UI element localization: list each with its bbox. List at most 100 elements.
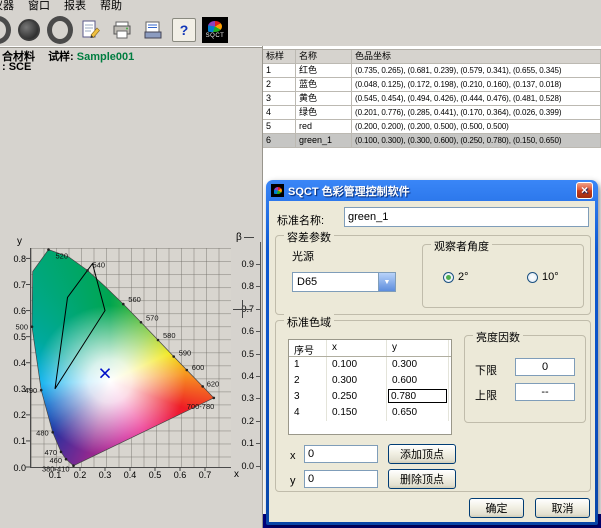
standard-name-input[interactable] [344,207,589,227]
x-tick-label: 0.4 [124,470,137,480]
ok-button[interactable]: 确定 [469,498,524,518]
gamut-header-index: 序号 [289,340,327,356]
upper-limit-input[interactable] [515,383,575,401]
gamut-row[interactable]: 40.1500.650 [289,405,451,421]
dialog-window: SQCT 色彩管理控制软件 × 标准名称: 容差参数 光源 D65 ▼ 观察者角… [266,180,598,525]
dialog-title: SQCT 色彩管理控制软件 [288,183,572,199]
gamut-row[interactable]: 30.250 [289,389,451,405]
calibrate-button[interactable] [47,17,73,43]
gamut-group: 标准色域 序号 x y 10.1000.30020.3000.60030.250… [275,320,591,492]
lower-limit-input[interactable] [515,358,575,376]
gamut-header-x: x [327,340,387,356]
beta-tick-mark [256,376,260,377]
standards-table-rows: 1红色(0.735, 0.265), (0.681, 0.239), (0.57… [263,64,601,148]
crosshair-v-icon [242,300,243,318]
gamut-row[interactable]: 10.1000.300 [289,357,451,373]
dialog-titlebar[interactable]: SQCT 色彩管理控制软件 × [269,180,595,201]
beta-tick-label: 0.3 [230,393,254,403]
menu-window[interactable]: 窗口 [21,0,57,13]
menu-instrument[interactable]: 仪器 [0,0,21,13]
vertex-index[interactable]: 4 [289,405,327,421]
y-tick-label: 0.8 [13,254,26,264]
standards-row[interactable]: 5red(0.200, 0.200), (0.200, 0.500), (0.5… [263,120,601,134]
beta-tick-mark [256,309,260,310]
sample-name: Sample001 [77,51,134,63]
standard-name-label: 标准名称: [277,212,324,228]
standards-row[interactable]: 4绿色(0.201, 0.776), (0.285, 0.441), (0.17… [263,106,601,120]
help-button[interactable]: ? [171,17,197,43]
plot-canvas[interactable] [30,248,231,468]
print-button[interactable] [109,17,135,43]
vertex-index[interactable]: 1 [289,357,327,373]
standards-row[interactable]: 6green_1(0.100, 0.300), (0.300, 0.600), … [263,134,601,148]
vertex-y[interactable]: 0.300 [387,357,449,373]
help-icon: ? [172,18,196,42]
vertex-index[interactable]: 2 [289,373,327,389]
menu-help[interactable]: 帮助 [93,0,129,13]
luminance-group: 亮度因数 下限 上限 [464,335,586,423]
standards-row[interactable]: 1红色(0.735, 0.265), (0.681, 0.239), (0.57… [263,64,601,78]
vertex-index[interactable]: 3 [289,389,327,405]
y-tick-label: 0.4 [13,358,26,368]
beta-tick-label: 0.9 [230,259,254,269]
vertex-y[interactable]: 0.650 [387,405,449,421]
vertex-x[interactable]: 0.150 [327,405,387,421]
beta-axis-line [260,242,261,470]
vertex-y[interactable]: 0.600 [387,373,449,389]
gamut-table-rows: 10.1000.30020.3000.60030.25040.1500.650 [289,357,451,421]
x-tick-label: 0.6 [174,470,187,480]
vertex-x[interactable]: 0.100 [327,357,387,373]
close-icon[interactable]: × [576,182,593,199]
menu-report[interactable]: 报表 [57,0,93,13]
gamut-header-y: y [387,340,449,356]
observer-angle-group: 观察者角度 2° 10° [422,244,584,308]
measure-button[interactable] [16,17,42,43]
vertex-x[interactable]: 0.300 [327,373,387,389]
print-report-button[interactable] [140,17,166,43]
standard-coords: (0.100, 0.300), (0.300, 0.600), (0.250, … [352,134,601,147]
y-coordinate-label: y [290,475,296,487]
vertex-x[interactable]: 0.250 [327,389,387,405]
gamut-group-label: 标准色域 [284,314,334,330]
edit-standard-button[interactable] [78,17,104,43]
beta-axis-title: β [236,232,254,243]
light-source-label: 光源 [292,248,314,264]
standard-name: red [296,120,352,133]
y-tick-label: 0.6 [13,306,26,316]
y-coordinate-input[interactable] [304,470,378,488]
x-coordinate-label: x [290,450,296,462]
standard-id: 4 [263,106,296,119]
delete-vertex-button[interactable]: 删除顶点 [388,469,456,489]
standard-id: 5 [263,120,296,133]
beta-tick-mark [256,331,260,332]
beta-tick-mark [256,398,260,399]
standard-name: 蓝色 [296,78,352,91]
standard-coords: (0.200, 0.200), (0.200, 0.500), (0.500, … [352,120,601,133]
standards-row[interactable]: 3黄色(0.545, 0.454), (0.494, 0.426), (0.44… [263,92,601,106]
header-standard: 标样 [263,50,296,63]
add-vertex-button[interactable]: 添加顶点 [388,444,456,464]
observer-10deg-radio[interactable]: 10° [527,271,559,283]
gamut-row[interactable]: 20.3000.600 [289,373,451,389]
observer-2deg-radio[interactable]: 2° [443,271,469,283]
beta-tick-label: 0.0 [230,461,254,471]
dialog-app-icon [271,184,284,197]
standard-name: 红色 [296,64,352,77]
beta-tick-label: 0.8 [230,281,254,291]
sqct-mini-swirl-icon [274,187,282,194]
chevron-down-icon[interactable]: ▼ [378,273,395,291]
standards-row[interactable]: 2蓝色(0.048, 0.125), (0.172, 0.198), (0.21… [263,78,601,92]
header-name: 名称 [296,50,352,63]
light-source-combo[interactable]: D65 ▼ [292,272,396,292]
app-window: 仪器 窗口 报表 帮助 [0,0,601,528]
vertex-edit-input[interactable] [388,389,447,403]
cancel-button[interactable]: 取消 [535,498,590,518]
sample-label: 试样: [48,51,74,63]
x-axis-labels: 0.10.20.30.40.50.60.7 [30,470,230,482]
toolbar-partial-button[interactable] [0,17,11,43]
measure-mode-label: : SCE [2,61,31,73]
observer-2deg-label: 2° [458,271,469,283]
x-coordinate-input[interactable] [304,445,378,463]
beta-tick-label: 0.1 [230,438,254,448]
sqct-logo-button[interactable]: SQCT [202,17,228,43]
